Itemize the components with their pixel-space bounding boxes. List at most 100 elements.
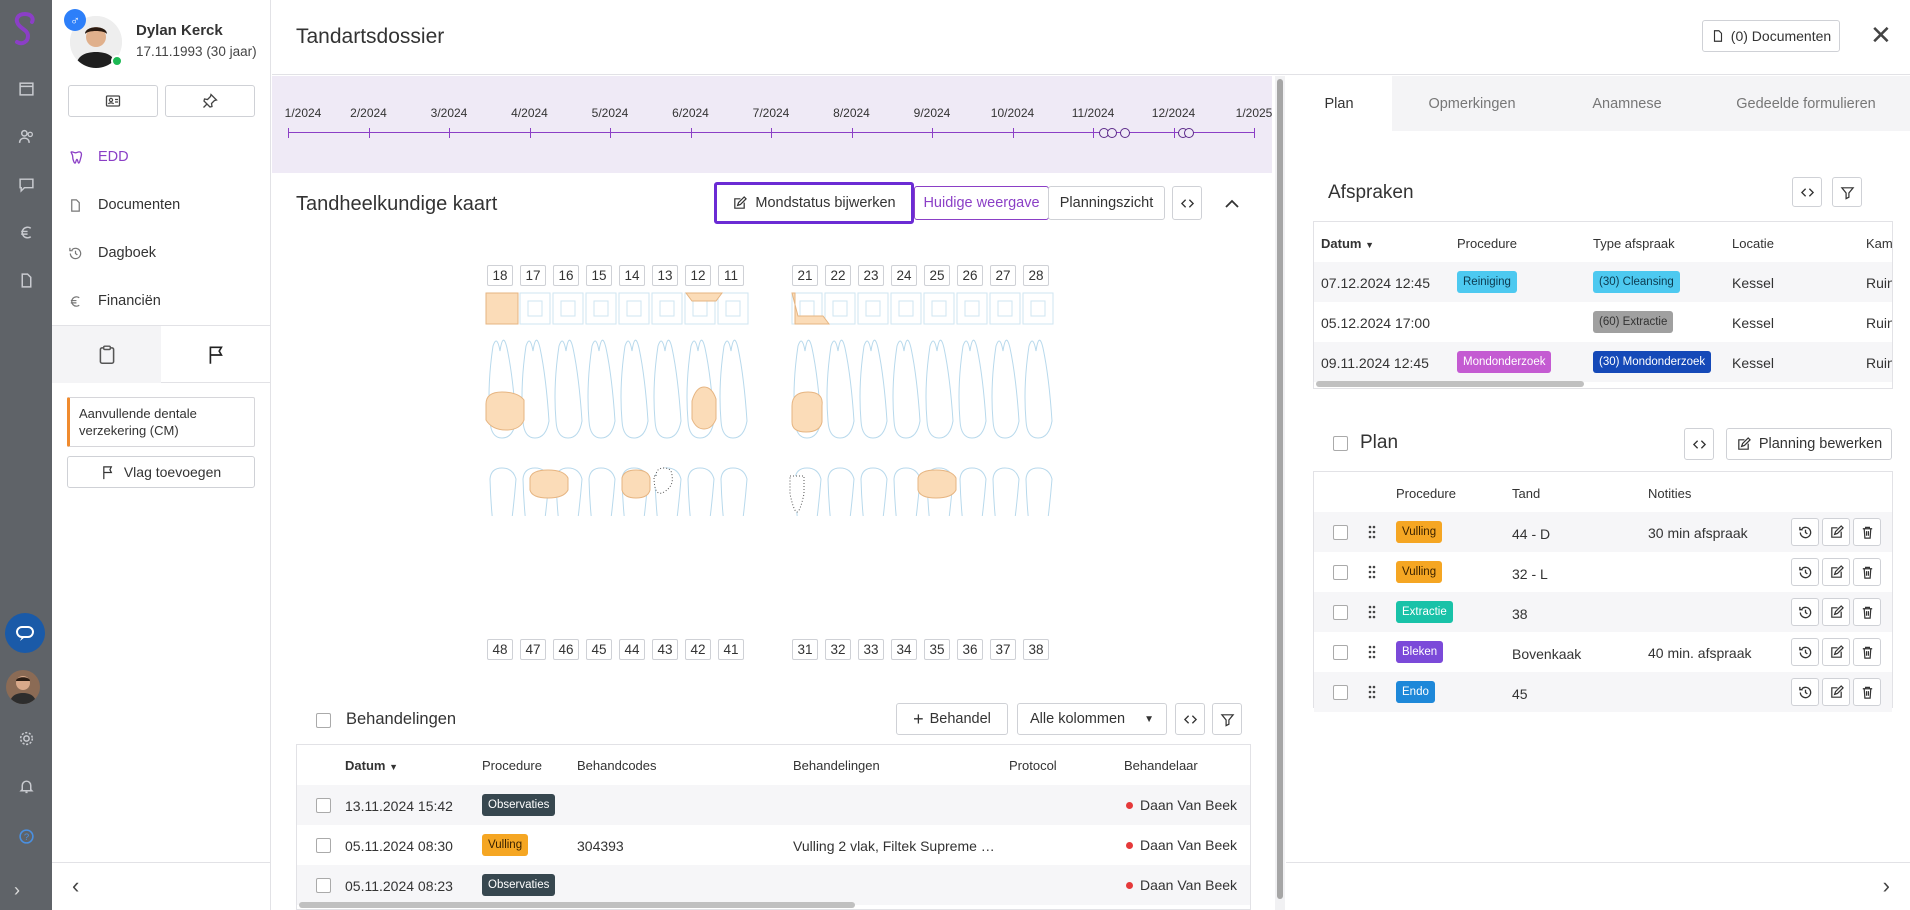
row-checkbox[interactable] — [1333, 645, 1348, 660]
upper-tooth-outline[interactable] — [620, 339, 649, 439]
tooth-number-35[interactable]: 35 — [924, 639, 950, 660]
lower-tooth-outline[interactable] — [489, 467, 517, 516]
column-header-protocol[interactable]: Protocol — [1009, 758, 1057, 773]
column-header-date[interactable]: Datum ▼ — [345, 758, 398, 773]
filling-21-crown[interactable] — [791, 391, 823, 433]
occlusal-view-upper[interactable] — [824, 292, 856, 325]
delete-button[interactable] — [1853, 598, 1881, 626]
upper-tooth-outline[interactable] — [719, 339, 748, 439]
sidebar-item-dagboek[interactable]: Dagboek — [66, 238, 156, 268]
row-checkbox[interactable] — [1333, 565, 1348, 580]
drag-handle-icon[interactable] — [1368, 645, 1376, 659]
occlusal-view-upper[interactable] — [651, 292, 683, 325]
lower-tooth-outline[interactable] — [687, 467, 715, 516]
history-button[interactable] — [1791, 558, 1819, 586]
occlusal-view-upper[interactable] — [618, 292, 650, 325]
occlusal-view-upper[interactable] — [519, 292, 551, 325]
tooth-number-46[interactable]: 46 — [553, 639, 579, 660]
table-row[interactable]: 07.12.2024 12:45 Reiniging (30) Cleansing K… — [1314, 262, 1892, 302]
upper-tooth-outline[interactable] — [925, 339, 954, 439]
lower-tooth-outline[interactable] — [588, 467, 616, 516]
row-checkbox[interactable] — [316, 798, 331, 813]
tooth-number-43[interactable]: 43 — [652, 639, 678, 660]
tab-gedeelde-formulieren[interactable]: Gedeelde formulieren — [1702, 76, 1910, 131]
edit-planning-button[interactable]: Planning bewerken — [1726, 428, 1892, 460]
upper-tooth-outline[interactable] — [1024, 339, 1053, 439]
history-button[interactable] — [1791, 638, 1819, 666]
upper-tooth-outline[interactable] — [958, 339, 987, 439]
table-row[interactable]: 05.12.2024 17:00 (60) Extractie Kessel Ruin — [1314, 302, 1892, 342]
horizontal-scrollbar[interactable] — [1316, 381, 1584, 387]
bell-icon[interactable] — [12, 774, 40, 798]
code-toggle-button[interactable] — [1792, 177, 1822, 207]
table-row[interactable]: 13.11.2024 15:42 Observaties Daan Van Beek — [297, 785, 1250, 825]
tab-opmerkingen[interactable]: Opmerkingen — [1392, 76, 1552, 131]
documents-button[interactable]: (0) Documenten — [1702, 20, 1840, 52]
edit-button[interactable] — [1822, 638, 1850, 666]
filling-44-crown[interactable] — [621, 469, 651, 499]
add-flag-button[interactable]: Vlag toevoegen — [67, 456, 255, 488]
delete-button[interactable] — [1853, 518, 1881, 546]
drag-handle-icon[interactable] — [1368, 605, 1376, 619]
tooth-number-32[interactable]: 32 — [825, 639, 851, 660]
column-header-date[interactable]: Datum ▼ — [1321, 236, 1374, 251]
upper-tooth-outline[interactable] — [554, 339, 583, 439]
table-row[interactable]: 09.11.2024 12:45 Mondonderzoek (30) Mondon… — [1314, 342, 1892, 382]
tooth-number-41[interactable]: 41 — [718, 639, 744, 660]
delete-button[interactable] — [1853, 558, 1881, 586]
column-header-treatments[interactable]: Behandelingen — [793, 758, 880, 773]
close-icon[interactable]: ✕ — [1870, 22, 1892, 48]
edit-button[interactable] — [1822, 558, 1850, 586]
edit-button[interactable] — [1822, 678, 1850, 706]
add-treatment-button[interactable]: + Behandel — [896, 703, 1008, 735]
tooth-number-42[interactable]: 42 — [685, 639, 711, 660]
column-header-procedure[interactable]: Procedure — [1457, 236, 1517, 251]
collapse-panel-icon[interactable]: ‹ — [72, 873, 79, 899]
endo-43[interactable] — [653, 467, 673, 494]
lower-tooth-outline[interactable] — [992, 467, 1020, 516]
pin-button[interactable] — [165, 85, 255, 117]
table-row[interactable]: 05.11.2024 08:23 Observaties Daan Van Beek — [297, 865, 1250, 905]
message-icon[interactable] — [12, 172, 40, 196]
settings-icon[interactable] — [12, 726, 40, 750]
occlusal-view-upper[interactable] — [923, 292, 955, 325]
euro-icon[interactable] — [12, 220, 40, 244]
file-icon[interactable] — [12, 268, 40, 292]
filter-button[interactable] — [1832, 177, 1862, 207]
delete-button[interactable] — [1853, 638, 1881, 666]
upper-tooth-outline[interactable] — [587, 339, 616, 439]
row-checkbox[interactable] — [316, 878, 331, 893]
filling-46-crown[interactable] — [529, 469, 569, 499]
help-icon[interactable]: ? — [12, 824, 40, 848]
calendar-icon[interactable] — [12, 76, 40, 100]
upper-tooth-outline[interactable] — [653, 339, 682, 439]
occlusal-view-upper[interactable] — [585, 292, 617, 325]
chat-support-button[interactable] — [5, 613, 45, 653]
upper-tooth-outline[interactable] — [991, 339, 1020, 439]
chevron-right-icon[interactable]: › — [1883, 873, 1890, 899]
lower-tooth-outline[interactable] — [860, 467, 888, 516]
upper-tooth-outline[interactable] — [826, 339, 855, 439]
occlusal-view-upper[interactable] — [956, 292, 988, 325]
lower-tooth-outline[interactable] — [827, 467, 855, 516]
tooth-number-31[interactable]: 31 — [792, 639, 818, 660]
table-row[interactable]: Vulling 44 - D 30 min afspraak — [1314, 512, 1892, 552]
tooth-number-37[interactable]: 37 — [990, 639, 1016, 660]
tab-clipboard[interactable] — [52, 326, 161, 383]
column-header-notes[interactable]: Notities — [1648, 486, 1691, 501]
filling-21[interactable] — [791, 292, 830, 325]
drag-handle-icon[interactable] — [1368, 685, 1376, 699]
upper-tooth-outline[interactable] — [521, 339, 550, 439]
code-toggle-button[interactable] — [1175, 703, 1205, 735]
column-header-dentist[interactable]: Behandelaar — [1124, 758, 1198, 773]
tab-anamnese[interactable]: Anamnese — [1552, 76, 1702, 131]
occlusal-view-upper[interactable] — [890, 292, 922, 325]
history-button[interactable] — [1791, 678, 1819, 706]
tooth-number-34[interactable]: 34 — [891, 639, 917, 660]
tooth-number-44[interactable]: 44 — [619, 639, 645, 660]
app-logo-icon[interactable] — [8, 10, 42, 54]
table-row[interactable]: Extractie 38 — [1314, 592, 1892, 632]
filling-12[interactable] — [685, 292, 723, 302]
edit-button[interactable] — [1822, 518, 1850, 546]
upper-tooth-outline[interactable] — [892, 339, 921, 439]
